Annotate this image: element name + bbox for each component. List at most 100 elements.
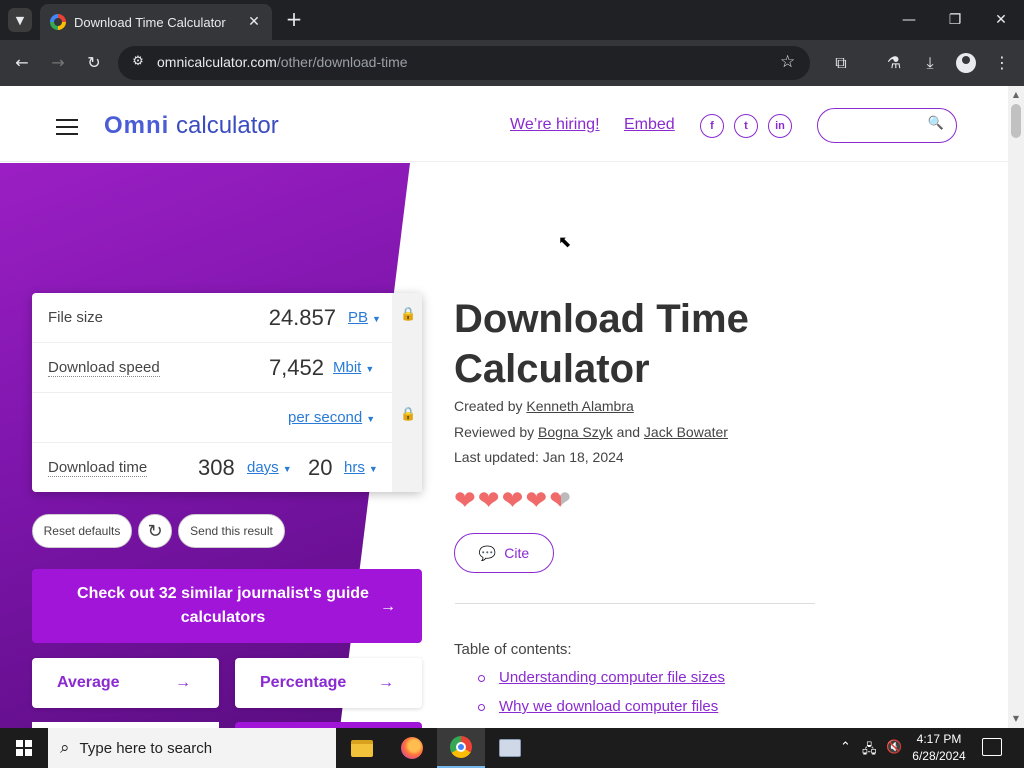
file-size-row: File size 24.857 PB ▼ — [32, 293, 392, 343]
bullet-icon — [478, 703, 485, 711]
hiring-link[interactable]: We’re hiring! — [510, 116, 600, 134]
reviewer-link[interactable]: Bogna Szyk — [538, 424, 613, 440]
web-page: Omni calculator We’re hiring! Embed f t … — [0, 86, 1008, 728]
author-link[interactable]: Kenneth Alambra — [526, 398, 633, 414]
profile-avatar-icon[interactable] — [956, 53, 976, 73]
cite-label: Cite — [504, 545, 530, 561]
windows-taskbar: ⌕ Type here to search ⌃ 🖧 🔇 4:17 PM 6/28… — [0, 728, 1024, 768]
browser-tab[interactable]: Download Time Calculator ✕ — [40, 4, 272, 40]
arrow-right-icon: → — [378, 674, 394, 691]
toc-title: Table of contents: — [454, 641, 572, 658]
download-time-days-input[interactable]: 308 — [198, 455, 235, 481]
start-button[interactable] — [0, 728, 48, 768]
heart-icon[interactable]: ❤ — [454, 486, 478, 516]
search-icon[interactable]: 🔍 — [928, 116, 944, 131]
bullet-icon — [478, 674, 485, 682]
close-window-icon[interactable]: ✕ — [978, 0, 1024, 40]
file-size-input[interactable]: 24.857 — [269, 305, 336, 331]
network-icon[interactable]: 🖧 — [862, 740, 877, 762]
lock-icon[interactable]: 🔒 — [400, 307, 416, 322]
reload-icon[interactable]: ↻ — [80, 50, 108, 76]
logo-calculator-text: calculator — [176, 112, 279, 139]
minimize-icon[interactable]: — — [886, 0, 932, 40]
twitter-icon[interactable]: t — [734, 114, 758, 138]
omni-favicon-icon — [50, 14, 66, 30]
days-unit-text: days — [247, 459, 279, 476]
restore-icon[interactable]: ❐ — [932, 0, 978, 40]
reviewed-by-line: Reviewed by Bogna Szyk and Jack Bowater — [454, 424, 728, 440]
site-info-icon[interactable]: ⚙ — [128, 54, 148, 72]
toc-link[interactable]: Why we download computer files — [499, 698, 718, 715]
reviewed-prefix: Reviewed by — [454, 424, 535, 440]
refresh-icon[interactable]: ↻ — [138, 514, 172, 548]
other-app-icon[interactable] — [486, 728, 534, 768]
file-size-unit-select[interactable]: PB ▼ — [348, 309, 381, 326]
download-speed-label: Download speed — [48, 359, 160, 377]
days-unit-select[interactable]: days ▼ — [247, 459, 292, 476]
reviewer-link[interactable]: Jack Bowater — [644, 424, 728, 440]
created-by-line: Created by Kenneth Alambra — [454, 398, 634, 414]
related-percentage-card[interactable]: Percentage → — [235, 658, 422, 708]
tab-search-chevron-icon[interactable]: ▼ — [8, 8, 32, 32]
comment-icon: 💬 — [478, 544, 497, 561]
per-time-unit-select[interactable]: per second ▼ — [288, 409, 375, 426]
bookmark-star-icon[interactable]: ☆ — [780, 52, 795, 72]
facebook-icon[interactable]: f — [700, 114, 724, 138]
half-heart-icon[interactable]: ❤ — [549, 486, 573, 516]
url-text[interactable]: omnicalculator.com/other/download-time — [157, 54, 408, 70]
scroll-up-icon[interactable]: ▲ — [1008, 88, 1024, 102]
send-result-button[interactable]: Send this result — [178, 514, 285, 548]
rating-hearts[interactable]: ❤❤❤❤❤ — [454, 486, 573, 516]
linkedin-icon[interactable]: in — [768, 114, 792, 138]
download-icon[interactable]: ⤓ — [918, 51, 942, 75]
similar-calculators-button[interactable]: Check out 32 similar journalist's guide … — [32, 569, 422, 643]
firefox-app-icon[interactable] — [388, 728, 436, 768]
download-time-hours-input[interactable]: 20 — [308, 455, 332, 481]
scroll-down-icon[interactable]: ▼ — [1008, 712, 1024, 726]
heart-icon[interactable]: ❤ — [502, 486, 526, 516]
omni-logo[interactable]: Omni calculator — [104, 112, 279, 140]
page-title: Download Time Calculator — [454, 297, 749, 391]
reset-defaults-button[interactable]: Reset defaults — [32, 514, 132, 548]
cite-button[interactable]: 💬 Cite — [454, 533, 554, 573]
related-percentage-label: Percentage — [260, 674, 347, 691]
toc-link[interactable]: Understanding computer file sizes — [499, 669, 725, 686]
divider — [455, 603, 815, 604]
lock-icon[interactable]: 🔒 — [400, 407, 416, 422]
file-size-label: File size — [48, 309, 104, 326]
clock-date: 6/28/2024 — [912, 749, 966, 763]
search-input[interactable]: 🔍 — [817, 108, 957, 143]
toc-item: Understanding computer file sizes — [478, 669, 725, 686]
system-clock[interactable]: 4:17 PM 6/28/2024 — [900, 731, 978, 765]
more-menu-icon[interactable]: ⋮ — [990, 51, 1014, 75]
related-average-card[interactable]: Average → — [32, 658, 219, 708]
tray-chevron-icon[interactable]: ⌃ — [840, 740, 851, 755]
file-explorer-app-icon[interactable] — [338, 728, 386, 768]
page-scrollbar[interactable]: ▲ ▼ — [1008, 86, 1024, 728]
download-speed-unit-select[interactable]: Mbit ▼ — [333, 359, 374, 376]
close-tab-icon[interactable]: ✕ — [246, 14, 262, 30]
windows-logo-icon — [16, 740, 32, 756]
hours-unit-select[interactable]: hrs ▼ — [344, 459, 378, 476]
file-size-unit-text: PB — [348, 309, 369, 326]
chrome-app-icon[interactable] — [437, 728, 485, 768]
extensions-icon[interactable]: ⧉ — [829, 51, 853, 75]
lock-column: 🔒 🔒 — [392, 293, 422, 492]
heart-icon[interactable]: ❤ — [525, 486, 549, 516]
new-tab-plus-icon[interactable]: + — [282, 8, 306, 32]
taskbar-search-input[interactable]: ⌕ Type here to search — [48, 728, 336, 768]
hours-unit-text: hrs — [344, 459, 365, 476]
back-arrow-icon[interactable]: ← — [8, 50, 36, 76]
scrollbar-thumb[interactable] — [1011, 104, 1021, 138]
last-updated: Last updated: Jan 18, 2024 — [454, 449, 624, 465]
forward-arrow-icon[interactable]: → — [44, 50, 72, 76]
download-speed-input[interactable]: 7,452 — [269, 355, 324, 381]
notifications-icon[interactable] — [982, 738, 1002, 756]
labs-flask-icon[interactable]: ⚗ — [882, 51, 906, 75]
embed-link[interactable]: Embed — [624, 116, 675, 134]
tab-title: Download Time Calculator — [74, 14, 226, 30]
heart-icon[interactable]: ❤ — [478, 486, 502, 516]
arrow-right-icon: → — [380, 598, 396, 615]
hamburger-menu-icon[interactable] — [56, 119, 78, 135]
mouse-cursor-icon: ⬉ — [558, 232, 572, 251]
